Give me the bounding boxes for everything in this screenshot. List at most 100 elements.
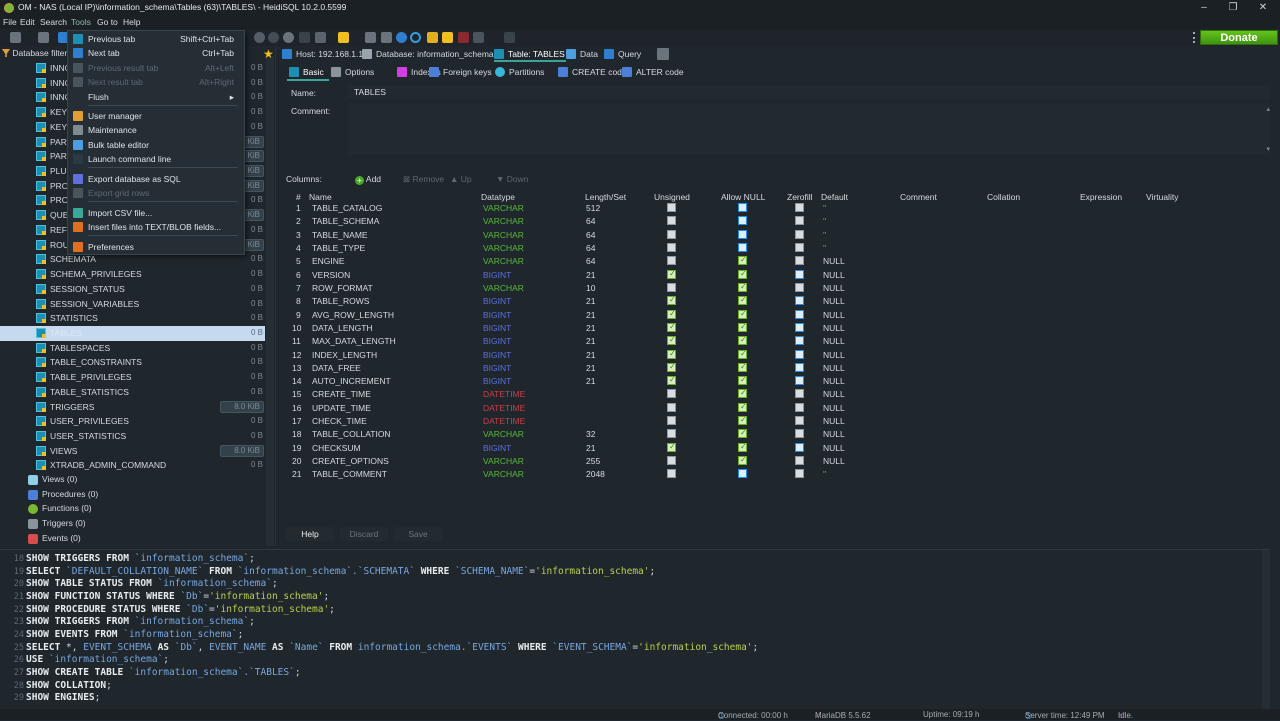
unsigned-checkbox[interactable]: [667, 309, 676, 319]
zerofill-checkbox[interactable]: [795, 442, 804, 452]
tab-database[interactable]: Database: information_schema: [362, 49, 494, 59]
unsigned-checkbox[interactable]: [667, 203, 676, 212]
menu-help[interactable]: Help: [123, 17, 140, 27]
menu-item-export-grid-rows[interactable]: Export grid rows: [68, 186, 244, 201]
unsigned-checkbox[interactable]: [667, 429, 676, 439]
null-checkbox[interactable]: [738, 242, 747, 252]
zerofill-checkbox[interactable]: [795, 416, 804, 426]
zerofill-checkbox[interactable]: [795, 322, 804, 332]
table-tree-item[interactable]: TABLES 0 B: [0, 325, 265, 341]
column-length[interactable]: 64: [586, 230, 595, 240]
zerofill-checkbox[interactable]: [795, 362, 804, 372]
unsigned-checkbox[interactable]: [667, 362, 676, 372]
column-header-default[interactable]: Default: [821, 192, 848, 202]
menu-edit[interactable]: Edit: [20, 17, 35, 27]
column-row[interactable]: 3 TABLE_NAME VARCHAR 64 '': [286, 229, 1280, 242]
menu-item-launch-command-line[interactable]: Launch command line: [68, 152, 244, 167]
add-column-button[interactable]: + Add: [355, 174, 381, 185]
table-tree-item[interactable]: SESSION_STATUS 0 B: [0, 282, 265, 297]
folder-icon[interactable]: [338, 32, 349, 43]
null-checkbox[interactable]: [738, 402, 747, 412]
menu-item-previous-result-tab[interactable]: Previous result tab Alt+Left: [68, 61, 244, 76]
table-tree-item[interactable]: TRIGGERS 8.0 KiB: [0, 400, 265, 415]
column-row[interactable]: 18 TABLE_COLLATION VARCHAR 32 NULL: [286, 428, 1280, 441]
apply-icon[interactable]: [283, 32, 294, 43]
column-default[interactable]: NULL: [823, 336, 845, 346]
minimize-button[interactable]: –: [1197, 1, 1211, 15]
menu-tools[interactable]: Tools: [71, 17, 91, 27]
unsigned-checkbox[interactable]: [667, 282, 676, 292]
zerofill-checkbox[interactable]: [795, 429, 804, 439]
column-length[interactable]: 21: [586, 336, 595, 346]
tab-query[interactable]: Query: [604, 49, 641, 59]
column-name[interactable]: VERSION: [312, 270, 350, 280]
column-name[interactable]: TABLE_NAME: [312, 230, 368, 240]
column-row[interactable]: 11 MAX_DATA_LENGTH BIGINT 21 NULL: [286, 335, 1280, 348]
column-datatype[interactable]: BIGINT: [483, 323, 511, 333]
tab-host[interactable]: Host: 192.168.1.10: [282, 49, 368, 59]
name-input[interactable]: TABLES: [348, 85, 1270, 99]
sql-log-scrollbar[interactable]: [1262, 550, 1270, 710]
help-button[interactable]: Help: [286, 527, 334, 541]
column-datatype[interactable]: VARCHAR: [483, 216, 524, 226]
column-datatype[interactable]: VARCHAR: [483, 203, 524, 213]
column-row[interactable]: 6 VERSION BIGINT 21 NULL: [286, 269, 1280, 282]
null-checkbox[interactable]: [738, 269, 747, 279]
column-length[interactable]: 64: [586, 256, 595, 266]
table-tree-item[interactable]: TABLE_PRIVILEGES 0 B: [0, 370, 265, 385]
column-datatype[interactable]: BIGINT: [483, 363, 511, 373]
unsigned-checkbox[interactable]: [667, 349, 676, 359]
zerofill-checkbox[interactable]: [795, 203, 804, 212]
column-default[interactable]: '': [823, 230, 826, 240]
unsigned-checkbox[interactable]: [667, 456, 676, 466]
column-datatype[interactable]: BIGINT: [483, 443, 511, 453]
column-row[interactable]: 8 TABLE_ROWS BIGINT 21 NULL: [286, 295, 1280, 308]
disconnect-icon[interactable]: [38, 32, 49, 43]
null-checkbox[interactable]: [738, 388, 747, 399]
null-checkbox[interactable]: [738, 282, 747, 292]
unsigned-checkbox[interactable]: [667, 269, 676, 279]
database-filter[interactable]: Database filter: [2, 48, 67, 58]
menu-item-insert-files-into-text-blob-fields[interactable]: Insert files into TEXT/BLOB fields...: [68, 220, 244, 235]
column-name[interactable]: AVG_ROW_LENGTH: [312, 310, 394, 320]
column-length[interactable]: 21: [586, 296, 595, 306]
column-default[interactable]: '': [823, 469, 826, 479]
save-button[interactable]: Save: [394, 527, 442, 541]
column-datatype[interactable]: DATETIME: [483, 389, 525, 399]
null-checkbox[interactable]: [738, 362, 747, 372]
discard-button[interactable]: Discard: [340, 527, 388, 541]
column-name[interactable]: TABLE_SCHEMA: [312, 216, 379, 226]
table-tree-item[interactable]: USER_STATISTICS 0 B: [0, 429, 265, 444]
column-header-allow-null[interactable]: Allow NULL: [721, 192, 765, 202]
column-datatype[interactable]: BIGINT: [483, 296, 511, 306]
table-tree-item[interactable]: SCHEMA_PRIVILEGES 0 B: [0, 267, 265, 282]
column-name[interactable]: UPDATE_TIME: [312, 403, 371, 413]
column-row[interactable]: 10 DATA_LENGTH BIGINT 21 NULL: [286, 322, 1280, 335]
column-default[interactable]: NULL: [823, 389, 845, 399]
column-datatype[interactable]: DATETIME: [483, 416, 525, 426]
unsigned-checkbox[interactable]: [667, 416, 676, 426]
menu-file[interactable]: File: [3, 17, 17, 27]
warning-icon[interactable]: [442, 32, 453, 43]
menu-go-to[interactable]: Go to: [97, 17, 118, 27]
table-tree-item[interactable]: USER_PRIVILEGES 0 B: [0, 414, 265, 429]
zerofill-checkbox[interactable]: [795, 469, 804, 479]
column-length[interactable]: 21: [586, 350, 595, 360]
menu-item-import-csv-file[interactable]: Import CSV file...: [68, 206, 244, 221]
column-header-zerofill[interactable]: Zerofill: [787, 192, 813, 202]
column-name[interactable]: TABLE_COLLATION: [312, 429, 391, 439]
column-row[interactable]: 5 ENGINE VARCHAR 64 NULL: [286, 255, 1280, 268]
menu-item-next-result-tab[interactable]: Next result tab Alt+Right: [68, 75, 244, 90]
donate-button[interactable]: Donate: [1200, 30, 1278, 45]
null-checkbox[interactable]: [738, 309, 747, 319]
column-row[interactable]: 4 TABLE_TYPE VARCHAR 64 '': [286, 242, 1280, 255]
column-row[interactable]: 14 AUTO_INCREMENT BIGINT 21 NULL: [286, 375, 1280, 388]
column-length[interactable]: 32: [586, 429, 595, 439]
zerofill-checkbox[interactable]: [795, 282, 804, 292]
column-row[interactable]: 9 AVG_ROW_LENGTH BIGINT 21 NULL: [286, 309, 1280, 322]
column-length[interactable]: 10: [586, 283, 595, 293]
column-default[interactable]: '': [823, 243, 826, 253]
column-header-unsigned[interactable]: Unsigned: [654, 192, 690, 202]
subtab-partitions[interactable]: Partitions: [495, 67, 544, 77]
null-checkbox[interactable]: [738, 255, 747, 266]
